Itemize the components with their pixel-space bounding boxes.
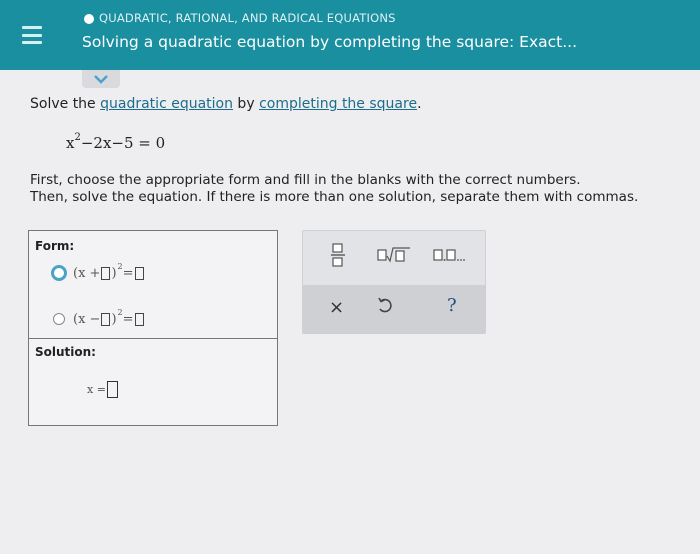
chevron-down-icon bbox=[94, 75, 108, 84]
close-icon[interactable]: × bbox=[329, 297, 344, 318]
question-suffix: . bbox=[417, 96, 422, 112]
undo-icon[interactable] bbox=[377, 297, 393, 315]
option-minus-close: ) bbox=[111, 311, 117, 327]
option-plus-exponent: 2 bbox=[117, 261, 123, 271]
solution-row: x = bbox=[87, 381, 119, 398]
equation: x2−2x−5 = 0 bbox=[66, 132, 166, 152]
question-middle: by bbox=[232, 96, 260, 112]
instructions-line-1: First, choose the appropriate form and f… bbox=[30, 172, 581, 188]
option-minus-rhs-blank[interactable] bbox=[134, 312, 144, 326]
form-option-plus-radio[interactable] bbox=[51, 265, 67, 281]
math-keypad: × ? bbox=[302, 230, 486, 334]
solution-label: Solution: bbox=[35, 345, 96, 359]
option-plus-rhs-blank[interactable] bbox=[134, 266, 144, 280]
topic-label: QUADRATIC, RATIONAL, AND RADICAL EQUATIO… bbox=[99, 11, 396, 25]
list-icon[interactable] bbox=[433, 248, 477, 262]
option-minus-equals: = bbox=[122, 311, 134, 327]
option-plus-blank[interactable] bbox=[101, 266, 111, 280]
option-plus-close: ) bbox=[111, 265, 117, 281]
help-icon[interactable]: ? bbox=[447, 295, 457, 316]
form-option-plus[interactable]: (x + ) 2 = bbox=[51, 261, 145, 285]
page-title[interactable]: Solving a quadratic equation by completi… bbox=[82, 33, 577, 51]
fraction-icon[interactable] bbox=[331, 243, 345, 267]
menu-icon[interactable] bbox=[22, 26, 42, 44]
answer-panel: Form: (x + ) 2 = (x − ) 2 = Solution: x = bbox=[28, 230, 278, 426]
question-text: Solve the quadratic equation by completi… bbox=[30, 96, 422, 112]
form-option-minus[interactable]: (x − ) 2 = bbox=[53, 307, 145, 331]
question-prefix: Solve the bbox=[30, 96, 101, 112]
sqrt-icon[interactable] bbox=[377, 247, 411, 263]
topic-status-dot bbox=[84, 14, 94, 24]
instructions-line-2: Then, solve the equation. If there is mo… bbox=[30, 189, 639, 205]
completing-square-link[interactable]: completing the square bbox=[259, 96, 417, 112]
header-bar: QUADRATIC, RATIONAL, AND RADICAL EQUATIO… bbox=[0, 0, 700, 70]
equation-exponent: 2 bbox=[74, 132, 81, 143]
option-plus-equals: = bbox=[122, 265, 134, 281]
instructions: First, choose the appropriate form and f… bbox=[30, 172, 638, 206]
option-minus-open: (x − bbox=[73, 311, 101, 327]
solution-prefix: x = bbox=[87, 383, 106, 396]
quadratic-equation-link[interactable]: quadratic equation bbox=[100, 96, 233, 112]
equation-rest: −2x−5 = 0 bbox=[80, 134, 166, 152]
option-plus-open: (x + bbox=[73, 265, 101, 281]
form-option-minus-radio[interactable] bbox=[53, 313, 65, 325]
panel-divider bbox=[29, 338, 277, 339]
form-option-plus-expression: (x + ) 2 = bbox=[73, 262, 145, 281]
solution-input[interactable] bbox=[106, 381, 118, 398]
option-minus-exponent: 2 bbox=[117, 307, 123, 317]
collapse-toggle[interactable] bbox=[82, 70, 120, 88]
option-minus-blank[interactable] bbox=[101, 312, 111, 326]
form-label: Form: bbox=[35, 239, 75, 253]
form-option-minus-expression: (x − ) 2 = bbox=[73, 308, 145, 327]
